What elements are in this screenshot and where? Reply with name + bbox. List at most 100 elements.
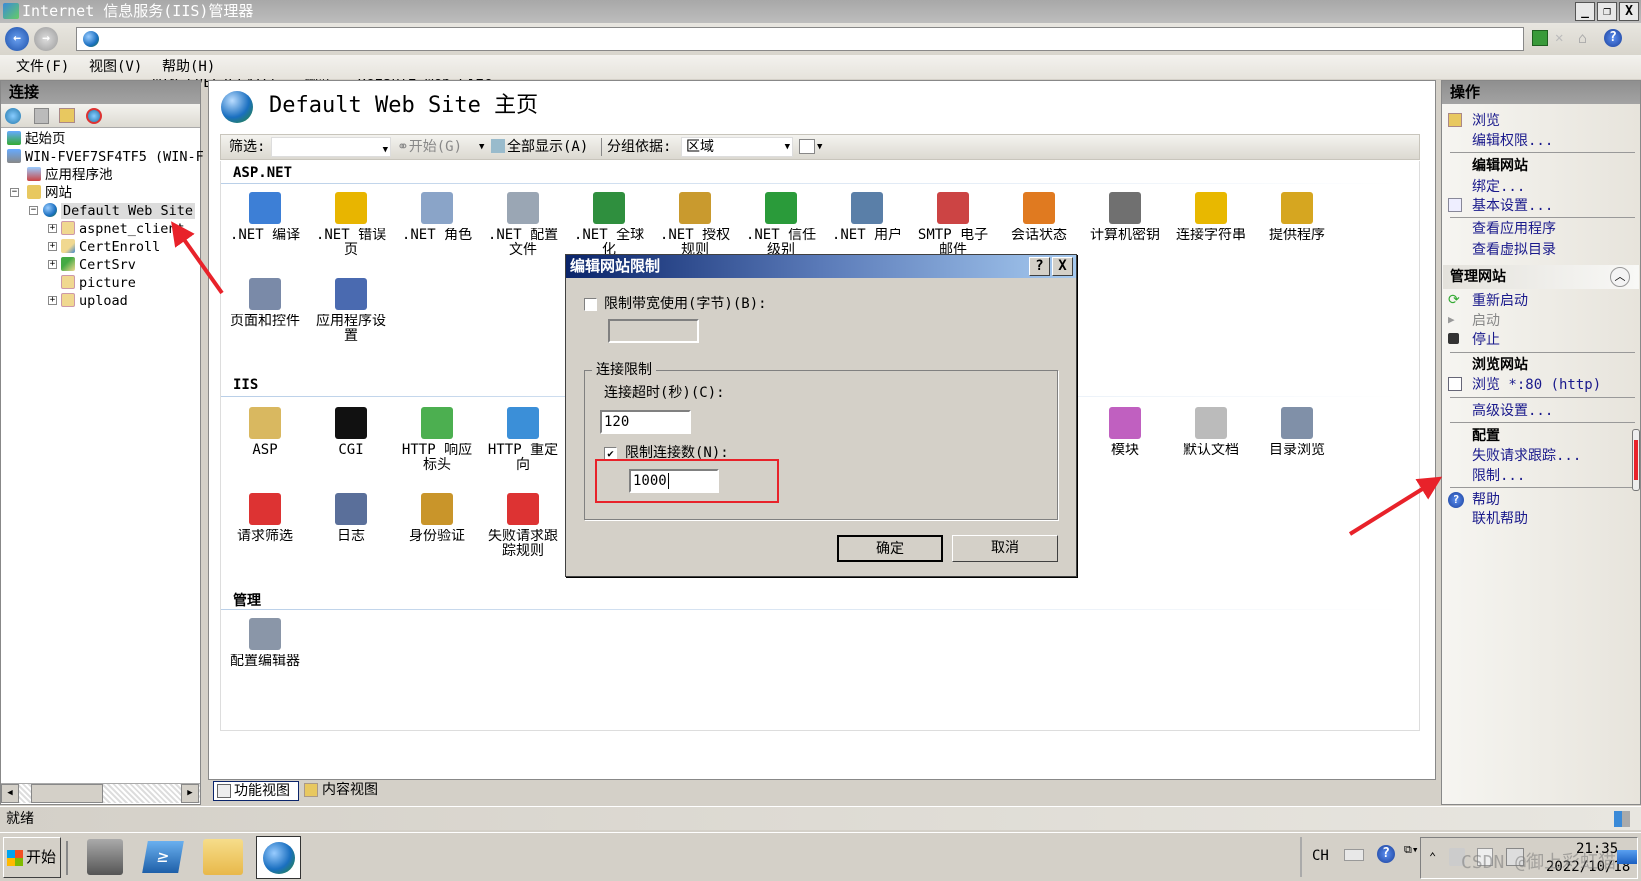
tab-features-view[interactable]: 功能视图 (213, 781, 299, 801)
feature-item[interactable]: 目录浏览 (1254, 407, 1340, 473)
feature-item[interactable]: .NET 授权规则 (652, 192, 738, 258)
feature-item[interactable]: 模块 (1082, 407, 1168, 473)
refresh-icon[interactable] (1532, 30, 1548, 46)
action-view-virtual-directories[interactable]: 查看虚拟目录 (1472, 241, 1556, 259)
feature-item[interactable]: 日志 (308, 493, 394, 559)
feature-item[interactable]: HTTP 响应标头 (394, 407, 480, 473)
action-bindings[interactable]: 绑定... (1472, 178, 1525, 196)
expand-toggle[interactable]: + (48, 242, 57, 251)
home-icon[interactable]: ⌂ (1578, 29, 1594, 47)
feature-item[interactable]: 页面和控件 (222, 278, 308, 344)
expand-toggle[interactable]: + (48, 224, 57, 233)
show-hidden-icons-button[interactable]: ⌃ (1429, 850, 1436, 864)
feature-item[interactable]: 会话状态 (996, 192, 1082, 258)
action-basic-settings[interactable]: 基本设置... (1472, 197, 1553, 215)
keyboard-icon[interactable] (1344, 849, 1364, 861)
ok-button[interactable]: 确定 (837, 535, 943, 562)
collapse-section-button[interactable]: ︿ (1610, 267, 1630, 287)
feature-item[interactable]: SMTP 电子邮件 (910, 192, 996, 258)
action-help[interactable]: 帮助 (1472, 491, 1500, 509)
help-icon[interactable]: ? (1604, 29, 1622, 47)
address-breadcrumb[interactable]: WIN-FVEF7SF4TF5 ▸ 网站 ▸ Default Web Site … (76, 27, 1524, 91)
powershell-icon[interactable]: ≥ (142, 841, 184, 873)
taskbar-iis-manager-button[interactable] (256, 836, 301, 879)
action-failed-request-tracing[interactable]: 失败请求跟踪... (1472, 447, 1581, 465)
tree-item-default-web-site[interactable]: Default Web Site (43, 202, 196, 220)
feature-item[interactable]: 提供程序 (1254, 192, 1340, 258)
action-browse-80[interactable]: 浏览 *:80 (http) (1472, 376, 1601, 394)
feature-item[interactable]: 连接字符串 (1168, 192, 1254, 258)
tree-item-certsrv[interactable]: CertSrv (61, 256, 136, 274)
action-stop[interactable]: 停止 (1472, 331, 1500, 349)
stop-icon[interactable]: ✕ (1555, 30, 1571, 46)
action-restart[interactable]: 重新启动 (1472, 292, 1528, 310)
disconnect-icon[interactable] (86, 108, 102, 124)
connect-icon[interactable] (5, 108, 21, 124)
start-button[interactable]: 开始 (3, 837, 61, 878)
cancel-button[interactable]: 取消 (952, 535, 1058, 562)
feature-item[interactable]: ASP (222, 407, 308, 473)
action-online-help[interactable]: 联机帮助 (1472, 510, 1528, 528)
feature-item[interactable]: .NET 角色 (394, 192, 480, 258)
help-icon[interactable]: ? (1377, 845, 1395, 863)
horizontal-scrollbar[interactable]: ◀ ▶ (1, 783, 200, 803)
scroll-thumb[interactable] (31, 784, 103, 803)
tab-content-view[interactable]: 内容视图 (302, 781, 388, 801)
feature-item[interactable]: 计算机密钥 (1082, 192, 1168, 258)
tree-item-picture[interactable]: picture (61, 274, 136, 292)
server-manager-icon[interactable] (87, 839, 123, 875)
language-bar-restore-icon[interactable]: ⧉▾ (1404, 843, 1418, 857)
feature-item[interactable]: .NET 编译 (222, 192, 308, 258)
scroll-right-button[interactable]: ▶ (181, 784, 199, 803)
dialog-close-button[interactable]: X (1052, 257, 1073, 276)
action-advanced-settings[interactable]: 高级设置... (1472, 402, 1553, 420)
feature-item[interactable]: .NET 全球化 (566, 192, 652, 258)
scroll-left-button[interactable]: ◀ (1, 784, 19, 803)
action-view-applications[interactable]: 查看应用程序 (1472, 220, 1556, 238)
menu-file[interactable]: 文件(F) (10, 55, 75, 79)
tree-item-start-page[interactable]: 起始页 (7, 130, 66, 148)
explorer-folder-icon[interactable] (203, 839, 243, 875)
feature-item[interactable]: .NET 错误页 (308, 192, 394, 258)
feature-item[interactable]: CGI (308, 407, 394, 473)
language-indicator[interactable]: CH (1312, 848, 1329, 864)
expand-toggle[interactable]: + (48, 296, 57, 305)
tree-item-server[interactable]: WIN-FVEF7SF4TF5 (WIN-F (7, 148, 204, 166)
feature-label: .NET 配置文件 (487, 228, 559, 258)
tree-item-app-pools[interactable]: 应用程序池 (27, 166, 113, 184)
back-button[interactable]: ← (5, 27, 29, 51)
tree-item-aspnet-client[interactable]: aspnet_client (61, 220, 185, 238)
dialog-help-button[interactable]: ? (1029, 257, 1050, 276)
feature-item[interactable]: 默认文档 (1168, 407, 1254, 473)
connection-timeout-input[interactable]: 120 (600, 410, 691, 434)
tree-item-certenroll[interactable]: CertEnroll (61, 238, 160, 256)
feature-item[interactable]: 请求筛选 (222, 493, 308, 559)
collapse-sites-toggle[interactable]: − (10, 188, 19, 197)
tree-item-sites[interactable]: 网站 (27, 184, 72, 202)
minimize-button[interactable]: _ (1575, 2, 1595, 21)
feature-item[interactable]: 失败请求跟踪规则 (480, 493, 566, 559)
forward-button[interactable]: → (34, 27, 58, 51)
feature-item[interactable]: HTTP 重定向 (480, 407, 566, 473)
show-desktop-button[interactable] (1617, 850, 1637, 864)
save-icon[interactable] (34, 108, 49, 124)
feature-item[interactable]: .NET 信任级别 (738, 192, 824, 258)
collapse-default-site-toggle[interactable]: − (29, 206, 38, 215)
action-limits[interactable]: 限制... (1472, 467, 1525, 485)
menu-help[interactable]: 帮助(H) (156, 55, 221, 79)
actions-scrollbar[interactable] (1632, 429, 1640, 491)
feature-item[interactable]: 应用程序设置 (308, 278, 394, 344)
feature-item[interactable]: .NET 配置文件 (480, 192, 566, 258)
up-folder-icon[interactable] (59, 108, 75, 123)
menu-view[interactable]: 视图(V) (83, 55, 148, 79)
feature-item[interactable]: .NET 用户 (824, 192, 910, 258)
expand-toggle[interactable]: + (48, 260, 57, 269)
restore-button[interactable]: ❐ (1597, 2, 1617, 21)
limit-bandwidth-checkbox[interactable] (584, 298, 597, 311)
feature-item[interactable]: 配置编辑器 (222, 618, 308, 684)
action-browse[interactable]: 浏览 (1472, 112, 1500, 130)
tree-item-upload[interactable]: upload (61, 292, 128, 310)
feature-item[interactable]: 身份验证 (394, 493, 480, 559)
close-button[interactable]: X (1619, 2, 1639, 21)
action-edit-permissions[interactable]: 编辑权限... (1472, 132, 1553, 150)
